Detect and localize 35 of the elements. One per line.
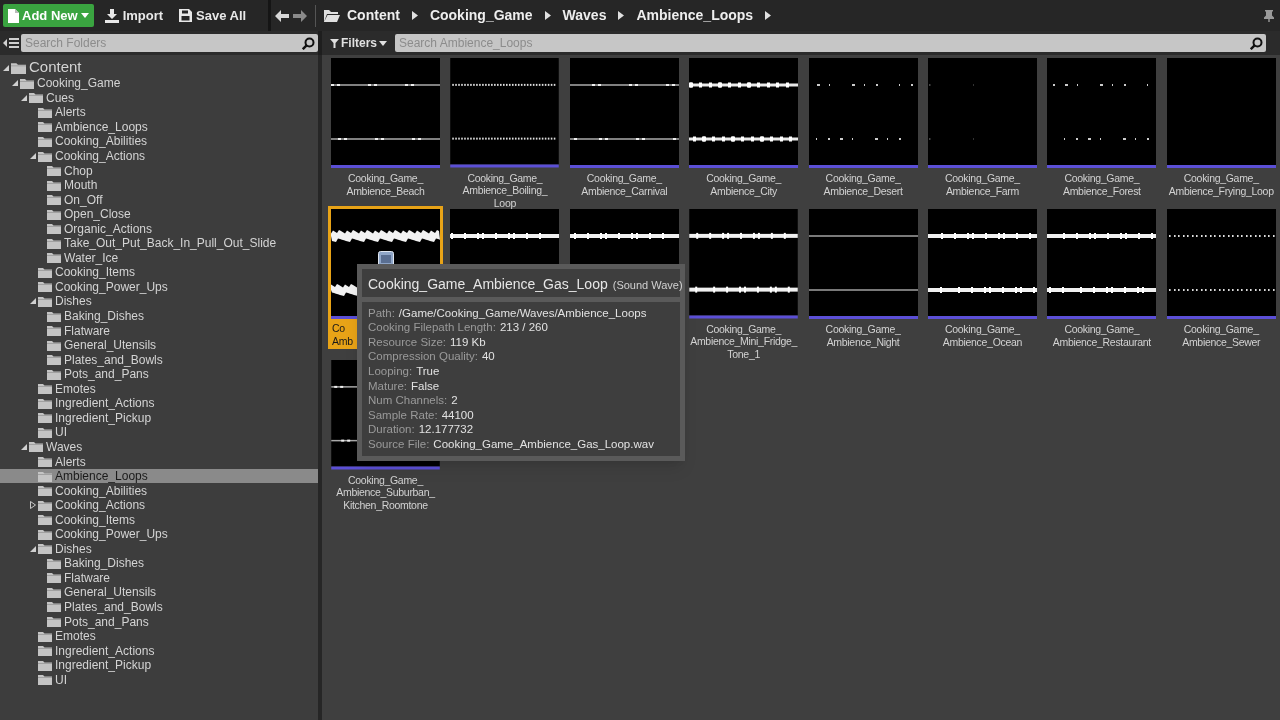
property-value: Cooking_Game_Ambience_Gas_Loop.wav (433, 437, 654, 452)
property-value: 12.177732 (418, 422, 474, 438)
property-label: Source File: (368, 437, 430, 452)
property-label: Num Channels: (368, 393, 448, 409)
asset-name: Cooking_Game_ Ambience_Forest (1062, 172, 1141, 197)
property-value: /Game/Cooking_Game/Waves/Ambience_Loops (398, 305, 647, 321)
property-value: 119 Kb (450, 334, 486, 350)
asset-name: Cooking_Game_ Ambience_Desert (823, 172, 903, 197)
asset-name: Cooking_Game_ Ambience_Carnival (581, 172, 668, 197)
asset-name: Cooking_Game_ Ambience_Farm (945, 172, 1020, 197)
asset-name: Cooking_Game_ Ambience_Mini_Fridge_ Tone_1 (690, 322, 798, 360)
asset-name: Cooking_Game_ Ambience_Sewer (1182, 323, 1261, 348)
asset-name: Cooking_Game_ Ambience_Beach (346, 172, 425, 197)
property-value: 44100 (441, 407, 474, 423)
property-label: Duration: (368, 422, 415, 438)
tooltip-title: Cooking_Game_Ambience_Gas_Loop (368, 275, 608, 294)
property-label: Resource Size: (368, 334, 446, 350)
asset-name: Cooking_Game_ Ambience_Frying_Loop (1168, 172, 1274, 197)
asset-name: Cooking_Game_ Ambience_Boiling_ Loop (462, 171, 548, 209)
property-label: Sample Rate: (368, 407, 438, 423)
property-value: 2 (451, 393, 458, 409)
asset-name: Cooking_Game_ Ambience_Ocean (942, 323, 1023, 348)
property-value: False (411, 378, 440, 394)
property-value: 40 (481, 349, 495, 365)
asset-name: Cooking_Game_ Ambience_Suburban_ Kitchen_Roomtone (336, 473, 435, 511)
property-label: Looping: (368, 364, 413, 380)
property-label: Compression Quality: (368, 349, 478, 365)
asset-name: Cooking_Game_ Ambience_Night (825, 323, 901, 348)
property-value: True (416, 364, 440, 380)
asset-type: (Sound Wave) (612, 278, 683, 293)
property-label: Mature: (368, 378, 407, 394)
asset-name: Cooking_Game_ Ambience_Restaurant (1052, 323, 1151, 348)
property-label: Path: (368, 305, 395, 321)
property-value: 213 / 260 (499, 320, 548, 336)
asset-name: Cooking_Game_ Ambience_City (706, 172, 782, 197)
